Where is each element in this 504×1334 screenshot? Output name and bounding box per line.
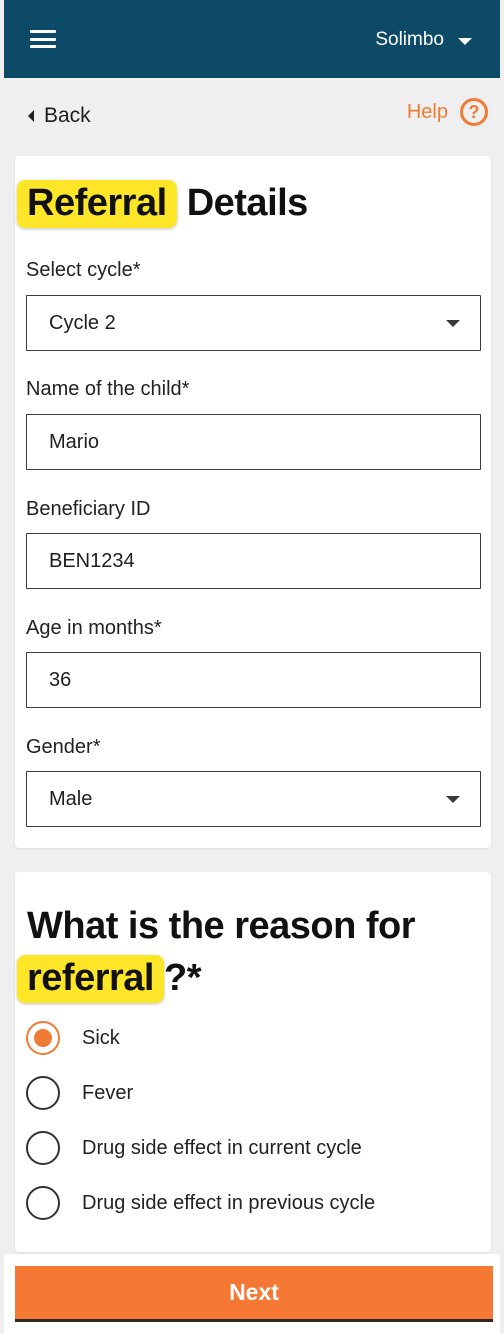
reason-option-label: Fever (82, 1081, 134, 1104)
reason-option-side-effect-current[interactable]: Drug side effect in current cycle (26, 1128, 362, 1168)
reason-option-label: Drug side effect in current cycle (82, 1136, 362, 1159)
app-frame: Solimbo Back Help ? Referral Details Sel… (4, 0, 500, 1334)
radio-unchecked-icon (26, 1131, 60, 1165)
gender-value: Male (49, 788, 93, 810)
chevron-down-icon (446, 796, 460, 803)
child-name-label: Name of the child* (26, 378, 190, 400)
referral-details-title: Referral Details (17, 180, 308, 228)
menu-icon[interactable] (30, 30, 56, 48)
referral-reason-title: What is the reason for referral ?* (17, 900, 477, 1004)
radio-checked-icon (26, 1021, 60, 1055)
back-label: Back (44, 104, 91, 127)
referral-reason-card: What is the reason for referral ?* Sick F… (15, 872, 491, 1252)
chevron-left-icon (28, 110, 34, 122)
beneficiary-id-input[interactable]: BEN1234 (26, 533, 481, 589)
child-name-value: Mario (49, 431, 100, 453)
reason-option-sick[interactable]: Sick (26, 1018, 120, 1058)
select-cycle-dropdown[interactable]: Cycle 2 (26, 295, 481, 351)
help-button[interactable]: Help ? (407, 98, 488, 126)
age-months-input[interactable]: 36 (26, 652, 481, 708)
age-months-label: Age in months* (26, 617, 162, 639)
referral-details-card: Referral Details Select cycle* Cycle 2 N… (15, 156, 491, 848)
reason-option-label: Drug side effect in previous cycle (82, 1191, 376, 1214)
beneficiary-id-label: Beneficiary ID (26, 498, 151, 520)
title-highlight: referral (17, 955, 164, 1003)
radio-unchecked-icon (26, 1076, 60, 1110)
select-cycle-value: Cycle 2 (49, 312, 116, 334)
help-circle-icon: ? (460, 98, 488, 126)
back-button[interactable]: Back (28, 104, 91, 128)
help-label: Help (406, 100, 448, 123)
child-name-input[interactable]: Mario (26, 414, 481, 470)
chevron-down-icon (446, 320, 460, 327)
reason-option-side-effect-previous[interactable]: Drug side effect in previous cycle (26, 1183, 375, 1223)
age-months-value: 36 (49, 669, 72, 691)
beneficiary-id-value: BEN1234 (49, 550, 135, 572)
chevron-down-icon (458, 37, 472, 45)
footer-bar: Next (4, 1254, 500, 1334)
radio-unchecked-icon (26, 1186, 60, 1220)
gender-dropdown[interactable]: Male (26, 771, 481, 827)
user-menu[interactable]: Solimbo (375, 26, 472, 54)
top-app-bar: Solimbo (4, 0, 500, 78)
reason-option-label: Sick (82, 1026, 120, 1049)
title-highlight: Referral (17, 180, 177, 228)
navigation-row: Back Help ? (4, 96, 500, 136)
reason-option-fever[interactable]: Fever (26, 1073, 133, 1113)
select-cycle-label: Select cycle* (26, 259, 141, 281)
user-name: Solimbo (375, 29, 444, 50)
next-button[interactable]: Next (15, 1266, 493, 1322)
gender-label: Gender* (26, 736, 101, 758)
